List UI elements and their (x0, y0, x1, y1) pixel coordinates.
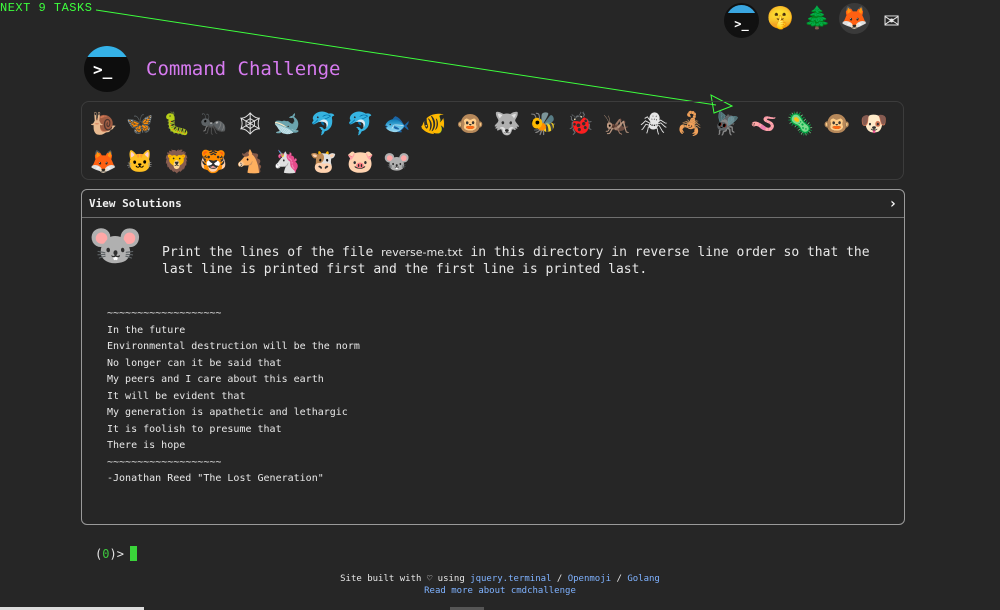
challenge-animal-icon[interactable]: 🐶 (855, 114, 892, 136)
challenge-animal-icon[interactable]: 🪱 (745, 114, 782, 136)
challenge-animal-icon[interactable]: 🐷 (342, 152, 379, 174)
challenge-animal-icon[interactable]: 🦗 (599, 114, 636, 136)
challenge-animal-icon[interactable]: 🐴 (232, 152, 269, 174)
golang-link[interactable]: Golang (627, 574, 660, 584)
challenge-animal-icon[interactable]: 🐌 (85, 114, 122, 136)
challenge-animal-icon[interactable]: 🦋 (122, 114, 159, 136)
task-text-before: Print the lines of the file (162, 245, 382, 260)
challenge-animal-icon[interactable]: 🐯 (195, 152, 232, 174)
next-tasks-label: NEXT 9 TASKS (0, 1, 93, 15)
challenge-animal-icon[interactable]: 🐺 (489, 114, 526, 136)
footer-separator: / (551, 574, 568, 584)
footer-prefix: Site built with ♡ using (340, 574, 471, 584)
challenge-animal-icon[interactable]: 🐜 (195, 114, 232, 136)
challenge-panel: View Solutions › 🐭 Print the lines of th… (81, 189, 905, 525)
challenge-animal-icon[interactable]: 🐝 (525, 114, 562, 136)
terminal-prompt[interactable]: (0)> (95, 546, 137, 561)
challenge-animal-icon[interactable]: 🪰 (709, 114, 746, 136)
top-icon-bar: >_ 🤫 🌲 🦊 ✉ (724, 3, 907, 38)
read-more-link[interactable]: Read more about cmdchallenge (424, 586, 576, 596)
prompt-symbol: )> (109, 546, 124, 561)
challenge-animal-icon[interactable]: 🐬 (342, 114, 379, 136)
footer-separator: / (611, 574, 628, 584)
view-solutions-bar[interactable]: View Solutions › (82, 190, 904, 218)
challenge-animal-icon[interactable]: 🕷 (635, 114, 672, 136)
task-text: Print the lines of the file reverse-me.t… (162, 244, 892, 278)
terminal-logo-icon[interactable]: >_ (84, 46, 130, 92)
chevron-right-icon[interactable]: › (889, 196, 897, 212)
prompt-exit-code: 0 (102, 546, 110, 561)
challenge-animal-icon[interactable]: 🦁 (158, 152, 195, 174)
shush-face-icon[interactable]: 🤫 (765, 3, 796, 34)
mouse-icon: 🐭 (88, 220, 143, 271)
footer: Site built with ♡ using jquery.terminal … (0, 573, 1000, 597)
header: >_ Command Challenge (84, 46, 340, 92)
challenge-animal-icon[interactable]: 🐛 (158, 114, 195, 136)
challenge-animal-icon[interactable]: 🐠 (415, 114, 452, 136)
challenge-row: 🐌 🦋 🐛 🐜 🕸 🐋 🐬 🐬 🐟 🐠 🐵 🐺 🐝 🐞 🦗 🕷 🦂 🪰 🪱 🦠 🐵 🐶 (85, 106, 903, 144)
challenge-animal-icon[interactable]: 🐵 (452, 114, 489, 136)
mail-icon[interactable]: ✉ (876, 3, 907, 34)
tree-icon[interactable]: 🌲 (802, 3, 833, 34)
page-title[interactable]: Command Challenge (146, 58, 340, 80)
challenge-animal-icon[interactable]: 🐱 (122, 152, 159, 174)
challenge-animal-icon[interactable]: 🐞 (562, 114, 599, 136)
challenge-icon-grid: 🐌 🦋 🐛 🐜 🕸 🐋 🐬 🐬 🐟 🐠 🐵 🐺 🐝 🐞 🦗 🕷 🦂 🪰 🪱 🦠 🐵 🐶 🦊 🐱 🦁 🐯 🐴 🦄 🐮 🐷 🐭 (81, 101, 904, 180)
terminal-icon[interactable]: >_ (724, 3, 759, 38)
gitlab-icon[interactable]: 🦊 (839, 3, 870, 34)
challenge-animal-icon[interactable]: 🐵 (819, 114, 856, 136)
challenge-animal-icon[interactable]: 🦄 (268, 152, 305, 174)
challenge-animal-icon[interactable]: 🐋 (268, 114, 305, 136)
jquery-terminal-link[interactable]: jquery.terminal (470, 574, 551, 584)
challenge-animal-icon[interactable]: 🐮 (305, 152, 342, 174)
challenge-row: 🦊 🐱 🦁 🐯 🐴 🦄 🐮 🐷 🐭 (85, 144, 903, 182)
challenge-animal-icon[interactable]: 🐬 (305, 114, 342, 136)
challenge-animal-icon[interactable]: 🦠 (782, 114, 819, 136)
task-filename: reverse-me.txt (381, 246, 463, 259)
challenge-animal-icon[interactable]: 🐭 (379, 152, 416, 174)
challenge-animal-icon[interactable]: 🕸 (232, 114, 269, 136)
task-description: 🐭 Print the lines of the file reverse-me… (88, 224, 892, 278)
prompt-open-paren: ( (95, 546, 103, 561)
terminal-cursor[interactable] (129, 546, 137, 561)
challenge-animal-icon[interactable]: 🦊 (85, 152, 122, 174)
view-solutions-label[interactable]: View Solutions (89, 197, 182, 210)
challenge-animal-icon[interactable]: 🐟 (379, 114, 416, 136)
file-contents: ~~~~~~~~~~~~~~~~~~~ In the future Enviro… (107, 308, 360, 484)
challenge-animal-icon[interactable]: 🦂 (672, 114, 709, 136)
openmoji-link[interactable]: Openmoji (568, 574, 611, 584)
